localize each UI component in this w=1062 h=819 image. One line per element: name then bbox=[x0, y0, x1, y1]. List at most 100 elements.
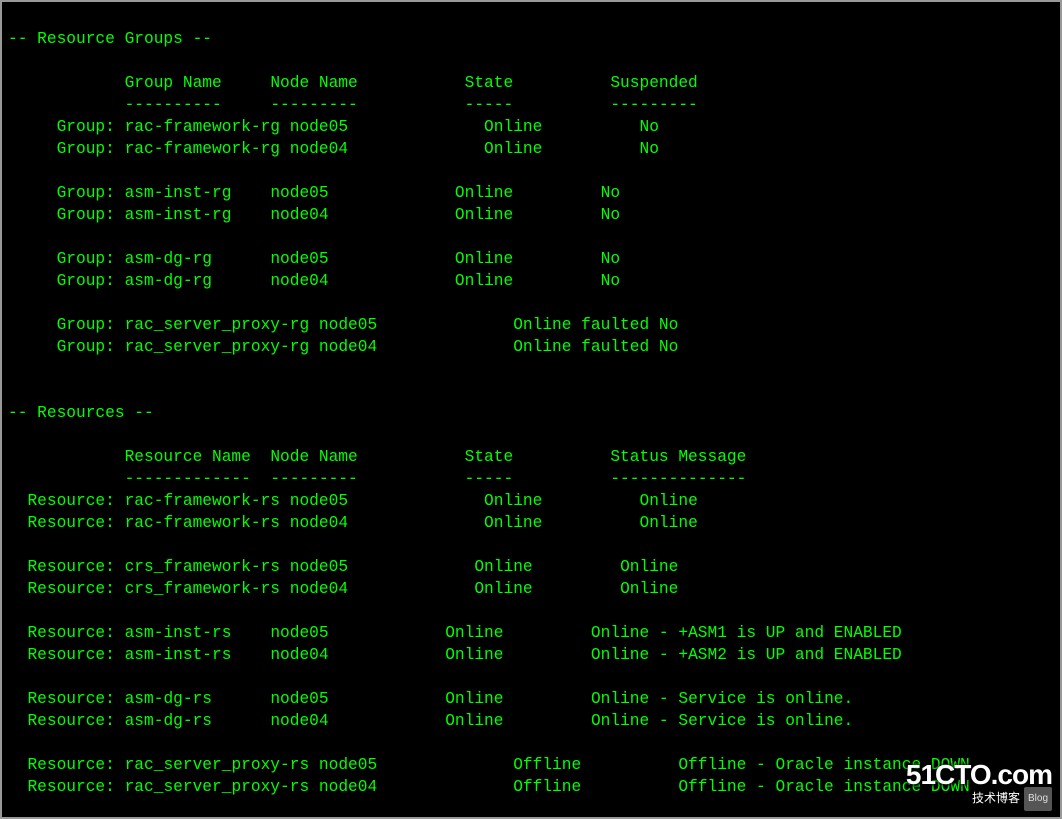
row-prefix: Resource: bbox=[27, 558, 114, 576]
resource-name: rac-framework-rs bbox=[125, 492, 280, 510]
row-prefix: Resource: bbox=[27, 514, 114, 532]
row-prefix: Resource: bbox=[27, 624, 114, 642]
group-name: asm-inst-rg bbox=[125, 184, 232, 202]
underline: ---------- bbox=[125, 96, 222, 114]
state: Online bbox=[445, 646, 503, 664]
col-node-name: Node Name bbox=[270, 74, 357, 92]
section-header-resources: -- Resources -- bbox=[8, 404, 154, 422]
group-name: asm-dg-rg bbox=[125, 250, 212, 268]
row-prefix: Group: bbox=[57, 250, 115, 268]
status-message: Offline - Oracle instance DOWN bbox=[678, 756, 969, 774]
state: Online bbox=[455, 206, 513, 224]
state: Online bbox=[445, 624, 503, 642]
group-name: asm-dg-rg bbox=[125, 272, 212, 290]
suspended: No bbox=[601, 272, 620, 290]
node-name: node05 bbox=[270, 690, 328, 708]
suspended: No bbox=[640, 118, 659, 136]
state: Online bbox=[484, 514, 542, 532]
status-message: Online - +ASM1 is UP and ENABLED bbox=[591, 624, 902, 642]
status-message: Offline - Oracle instance DOWN bbox=[678, 778, 969, 796]
col-resource-name: Resource Name bbox=[125, 448, 251, 466]
suspended: No bbox=[659, 316, 678, 334]
state: Online bbox=[445, 712, 503, 730]
row-prefix: Group: bbox=[57, 316, 115, 334]
watermark-tag: Blog bbox=[1024, 787, 1052, 811]
resource-name: asm-dg-rs bbox=[125, 712, 212, 730]
node-name: node04 bbox=[270, 712, 328, 730]
state: Online bbox=[474, 580, 532, 598]
group-name: rac_server_proxy-rg bbox=[125, 338, 310, 356]
node-name: node05 bbox=[270, 624, 328, 642]
suspended: No bbox=[601, 250, 620, 268]
state: Offline bbox=[513, 778, 581, 796]
col-node-name: Node Name bbox=[270, 448, 357, 466]
node-name: node04 bbox=[270, 646, 328, 664]
row-prefix: Resource: bbox=[27, 690, 114, 708]
underline: ----- bbox=[465, 470, 514, 488]
row-prefix: Resource: bbox=[27, 778, 114, 796]
row-prefix: Resource: bbox=[27, 712, 114, 730]
state: Online bbox=[455, 184, 513, 202]
underline: -------------- bbox=[610, 470, 746, 488]
watermark-sub: 技术博客 bbox=[972, 791, 1020, 805]
state: Online bbox=[484, 118, 542, 136]
underline: --------- bbox=[270, 470, 357, 488]
status-message: Online - +ASM2 is UP and ENABLED bbox=[591, 646, 902, 664]
node-name: node05 bbox=[270, 250, 328, 268]
resource-name: asm-dg-rs bbox=[125, 690, 212, 708]
row-prefix: Group: bbox=[57, 184, 115, 202]
state: Online faulted bbox=[513, 316, 649, 334]
state: Online bbox=[484, 492, 542, 510]
section-header-groups: -- Resource Groups -- bbox=[8, 30, 212, 48]
state: Offline bbox=[513, 756, 581, 774]
state: Online bbox=[474, 558, 532, 576]
state: Online bbox=[455, 272, 513, 290]
underline: --------- bbox=[610, 96, 697, 114]
suspended: No bbox=[659, 338, 678, 356]
col-state: State bbox=[465, 74, 514, 92]
col-state: State bbox=[465, 448, 514, 466]
suspended: No bbox=[640, 140, 659, 158]
status-message: Online bbox=[620, 558, 678, 576]
node-name: node04 bbox=[290, 140, 348, 158]
state: Online bbox=[445, 690, 503, 708]
node-name: node05 bbox=[270, 184, 328, 202]
node-name: node04 bbox=[290, 580, 348, 598]
resource-name: rac_server_proxy-rs bbox=[125, 778, 310, 796]
col-group-name: Group Name bbox=[125, 74, 222, 92]
node-name: node04 bbox=[319, 778, 377, 796]
resource-name: rac_server_proxy-rs bbox=[125, 756, 310, 774]
row-prefix: Group: bbox=[57, 272, 115, 290]
status-message: Online bbox=[640, 492, 698, 510]
node-name: node04 bbox=[319, 338, 377, 356]
node-name: node05 bbox=[319, 316, 377, 334]
resource-name: asm-inst-rs bbox=[125, 646, 232, 664]
row-prefix: Resource: bbox=[27, 646, 114, 664]
terminal-window[interactable]: -- Resource Groups -- Group Name Node Na… bbox=[0, 0, 1062, 819]
row-prefix: Group: bbox=[57, 206, 115, 224]
row-prefix: Group: bbox=[57, 338, 115, 356]
node-name: node04 bbox=[270, 206, 328, 224]
node-name: node04 bbox=[290, 514, 348, 532]
node-name: node05 bbox=[290, 492, 348, 510]
col-status-message: Status Message bbox=[610, 448, 746, 466]
status-message: Online - Service is online. bbox=[591, 690, 853, 708]
node-name: node04 bbox=[270, 272, 328, 290]
suspended: No bbox=[601, 184, 620, 202]
row-prefix: Group: bbox=[57, 140, 115, 158]
status-message: Online bbox=[640, 514, 698, 532]
node-name: node05 bbox=[290, 558, 348, 576]
row-prefix: Resource: bbox=[27, 580, 114, 598]
resource-name: crs_framework-rs bbox=[125, 580, 280, 598]
group-name: asm-inst-rg bbox=[125, 206, 232, 224]
state: Online bbox=[484, 140, 542, 158]
resource-name: rac-framework-rs bbox=[125, 514, 280, 532]
group-name: rac-framework-rg bbox=[125, 140, 280, 158]
underline: ------------- bbox=[125, 470, 251, 488]
status-message: Online - Service is online. bbox=[591, 712, 853, 730]
row-prefix: Resource: bbox=[27, 756, 114, 774]
underline: --------- bbox=[270, 96, 357, 114]
suspended: No bbox=[601, 206, 620, 224]
resource-name: asm-inst-rs bbox=[125, 624, 232, 642]
row-prefix: Group: bbox=[57, 118, 115, 136]
